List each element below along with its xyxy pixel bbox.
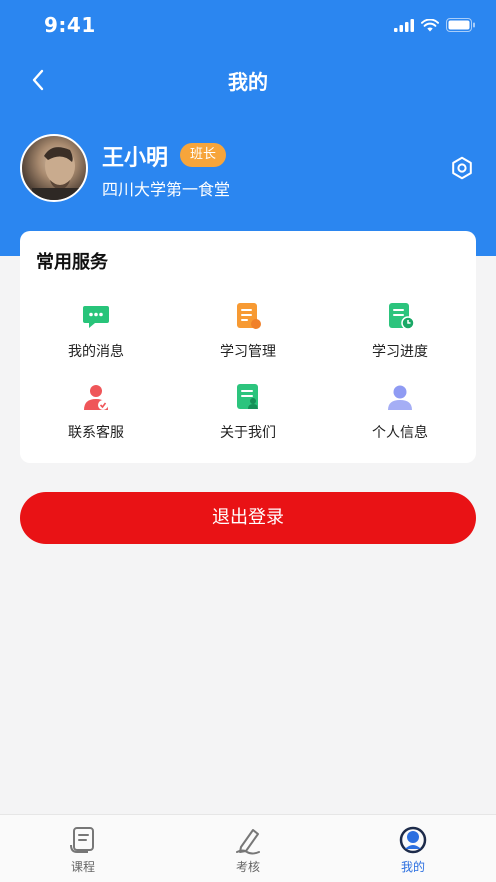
status-time: 9:41	[44, 13, 96, 37]
document-user-icon	[237, 384, 258, 409]
document-edit-icon	[237, 303, 261, 329]
course-scroll-icon	[70, 827, 94, 853]
support-user-icon	[84, 385, 108, 410]
tab-bar: 课程 考核 我的	[0, 814, 496, 882]
tab-assessment[interactable]: 考核	[198, 825, 298, 879]
service-study-progress[interactable]: 学习进度	[330, 301, 470, 371]
user-organization: 四川大学第一食堂	[102, 180, 231, 199]
tab-mine[interactable]: 我的	[363, 825, 463, 879]
chat-bubble-icon	[83, 306, 109, 328]
service-label: 我的消息	[68, 344, 124, 360]
service-study-management[interactable]: 学习管理	[178, 301, 318, 371]
services-card: 常用服务 我的消息 学习管理 学习进度 联系客服 关于我们 个人信息	[20, 231, 476, 463]
battery-icon	[446, 18, 475, 32]
service-contact-support[interactable]: 联系客服	[26, 382, 166, 452]
cellular-signal-icon	[394, 18, 414, 32]
service-about-us[interactable]: 关于我们	[178, 382, 318, 452]
tab-label: 课程	[70, 860, 95, 874]
service-label: 学习进度	[372, 344, 428, 360]
navigation-bar: 我的	[0, 52, 496, 108]
service-label: 联系客服	[68, 425, 124, 441]
status-icons	[394, 17, 476, 33]
avatar[interactable]	[20, 134, 88, 202]
wifi-icon	[421, 18, 439, 31]
person-icon	[388, 385, 412, 410]
service-my-messages[interactable]: 我的消息	[26, 301, 166, 371]
status-bar: 9:41	[0, 0, 496, 52]
service-label: 个人信息	[372, 425, 428, 441]
service-personal-info[interactable]: 个人信息	[330, 382, 470, 452]
tab-label: 考核	[235, 860, 260, 874]
service-label: 学习管理	[220, 344, 276, 360]
profile-icon	[399, 826, 427, 854]
role-badge: 班长	[180, 143, 227, 167]
service-label: 关于我们	[220, 425, 276, 441]
document-clock-icon	[389, 303, 415, 330]
tab-label: 我的	[400, 860, 425, 874]
gear-icon	[452, 156, 472, 180]
logout-button[interactable]: 退出登录	[20, 492, 476, 544]
page-title: 我的	[228, 70, 268, 94]
tab-courses[interactable]: 课程	[33, 825, 133, 879]
exam-pen-icon	[236, 829, 260, 855]
user-name: 王小明	[102, 146, 169, 171]
services-title: 常用服务	[36, 252, 108, 273]
settings-button[interactable]	[449, 155, 475, 181]
